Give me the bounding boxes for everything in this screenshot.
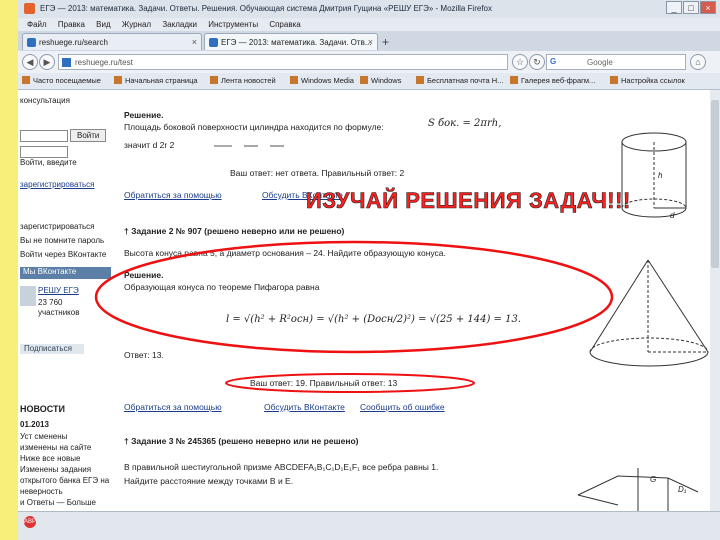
- tab-test[interactable]: ЕГЭ — 2013: математика. Задачи. Отв... ×: [204, 33, 378, 50]
- browser-window: ЕГЭ — 2013: математика. Задачи. Ответы. …: [18, 0, 720, 540]
- bookmarks-bar: Часто посещаемые Начальная страница Лент…: [18, 73, 720, 90]
- menu-edit[interactable]: Правка: [58, 20, 85, 29]
- site-favicon-icon: [27, 38, 36, 47]
- maximize-button[interactable]: □: [683, 1, 699, 14]
- menu-help[interactable]: Справка: [269, 20, 300, 29]
- menu-bar: Файл Правка Вид Журнал Закладки Инструме…: [18, 18, 720, 31]
- search-box[interactable]: G Google: [546, 54, 686, 70]
- cylinder-d-label: d: [670, 211, 675, 220]
- title-bar: ЕГЭ — 2013: математика. Задачи. Ответы. …: [18, 0, 720, 18]
- annotation-ellipse: [225, 373, 475, 393]
- bookmark-item[interactable]: Настройка ссылок: [610, 76, 685, 85]
- menu-file[interactable]: Файл: [27, 20, 47, 29]
- drawings-layer: h d G D₁: [94, 132, 709, 511]
- menu-tools[interactable]: Инструменты: [208, 20, 258, 29]
- menu-history[interactable]: Журнал: [122, 20, 151, 29]
- overlay-banner: ИЗУЧАЙ РЕШЕНИЯ ЗАДАЧ!!!: [306, 188, 631, 214]
- firefox-icon: [24, 3, 35, 14]
- bookmark-item[interactable]: Часто посещаемые: [22, 76, 101, 85]
- close-tab-icon[interactable]: ×: [192, 37, 197, 47]
- google-icon: G: [550, 57, 557, 66]
- menu-view[interactable]: Вид: [96, 20, 110, 29]
- vertical-scrollbar[interactable]: [710, 90, 720, 511]
- bookmark-icon: [610, 76, 618, 84]
- close-tab-icon[interactable]: ×: [368, 37, 373, 47]
- home-icon[interactable]: ⌂: [690, 54, 706, 70]
- tab-bar: reshuege.ru/search × ЕГЭ — 2013: математ…: [18, 31, 720, 52]
- new-tab-icon[interactable]: +: [382, 35, 389, 49]
- bookmark-item[interactable]: Начальная страница: [114, 76, 198, 85]
- prism-d1-label: D₁: [678, 485, 687, 494]
- bookmark-item[interactable]: Windows: [360, 76, 401, 85]
- bookmark-item[interactable]: Галерея веб-фрагм...: [510, 76, 595, 85]
- scroll-thumb[interactable]: [711, 100, 719, 268]
- cone-figure: [589, 259, 709, 367]
- bookmark-icon: [22, 76, 30, 84]
- address-bar[interactable]: reshuege.ru/test: [58, 54, 508, 70]
- close-button[interactable]: ×: [700, 1, 716, 14]
- cylinder-figure: [621, 132, 687, 218]
- bookmark-item[interactable]: Бесплатная почта H...: [416, 76, 503, 85]
- minimize-button[interactable]: _: [666, 1, 682, 14]
- bookmark-item[interactable]: Лента новостей: [210, 76, 276, 85]
- adblock-icon[interactable]: ABP: [24, 516, 36, 528]
- bookmark-icon: [210, 76, 218, 84]
- window-title: ЕГЭ — 2013: математика. Задачи. Ответы. …: [40, 4, 492, 13]
- reload-icon[interactable]: ↻: [529, 54, 545, 70]
- star-icon[interactable]: ☆: [512, 54, 528, 70]
- bookmark-icon: [114, 76, 122, 84]
- back-icon[interactable]: ◀: [22, 54, 38, 70]
- menu-bookmarks[interactable]: Закладки: [162, 20, 197, 29]
- bookmark-icon: [510, 76, 518, 84]
- cylinder-h-label: h: [658, 171, 663, 180]
- bookmark-icon: [360, 76, 368, 84]
- page-content: консультация Войти Войти, введите зареги…: [18, 90, 710, 511]
- status-bar: ABP: [18, 511, 720, 540]
- site-favicon-icon: [62, 58, 71, 67]
- tab-search[interactable]: reshuege.ru/search ×: [22, 33, 202, 50]
- bookmark-icon: [290, 76, 298, 84]
- navigation-bar: ◀ ▶ reshuege.ru/test ☆ ↻ G Google ⌂: [18, 51, 720, 73]
- annotation-ellipse: [94, 240, 614, 354]
- forward-icon[interactable]: ▶: [39, 54, 55, 70]
- prism-g-label: G: [650, 475, 656, 484]
- bookmark-icon: [416, 76, 424, 84]
- site-favicon-icon: [209, 38, 218, 47]
- bookmark-item[interactable]: Windows Media: [290, 76, 354, 85]
